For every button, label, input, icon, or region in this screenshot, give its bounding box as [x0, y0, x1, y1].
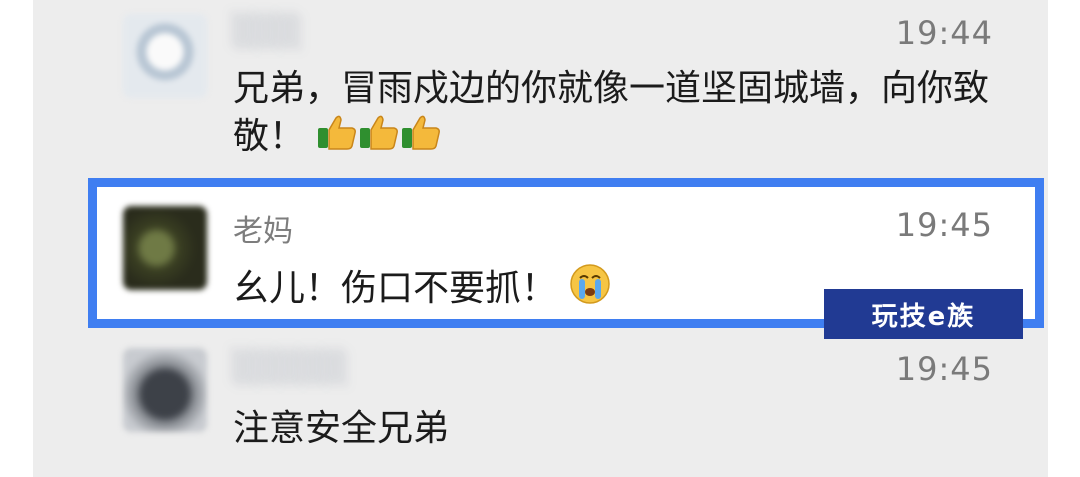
watermark-logo: 玩技e族 [824, 289, 1023, 339]
thumbs-up-icon [400, 112, 442, 164]
crying-face-icon [568, 262, 612, 318]
sender-name: 老妈 [233, 214, 293, 249]
avatar[interactable] [123, 14, 207, 98]
chat-message[interactable]: ░░░░░ 19:45 注意安全兄弟 [33, 340, 1048, 477]
chat-message[interactable]: ░░░ 19:44 兄弟，冒雨戍边的你就像一道坚固城墙，向你致敬！ [33, 0, 1048, 178]
message-text: 注意安全兄弟 [233, 406, 1003, 452]
message-text-content: 幺儿！伤口不要抓！ [233, 268, 558, 309]
chat-panel: ░░░ 19:44 兄弟，冒雨戍边的你就像一道坚固城墙，向你致敬！ 老妈 19:… [33, 0, 1048, 477]
sender-name: ░░░ [233, 14, 303, 49]
thumbs-up-icon [316, 112, 358, 164]
message-text-content: 注意安全兄弟 [233, 408, 450, 449]
message-time: 19:45 [895, 350, 993, 388]
thumbs-up-icon [358, 112, 400, 164]
avatar[interactable] [123, 206, 207, 290]
message-text: 兄弟，冒雨戍边的你就像一道坚固城墙，向你致敬！ [233, 66, 1003, 164]
sender-name: ░░░░░ [233, 350, 349, 385]
message-time: 19:45 [895, 206, 993, 244]
message-time: 19:44 [895, 14, 993, 52]
avatar[interactable] [123, 348, 207, 432]
